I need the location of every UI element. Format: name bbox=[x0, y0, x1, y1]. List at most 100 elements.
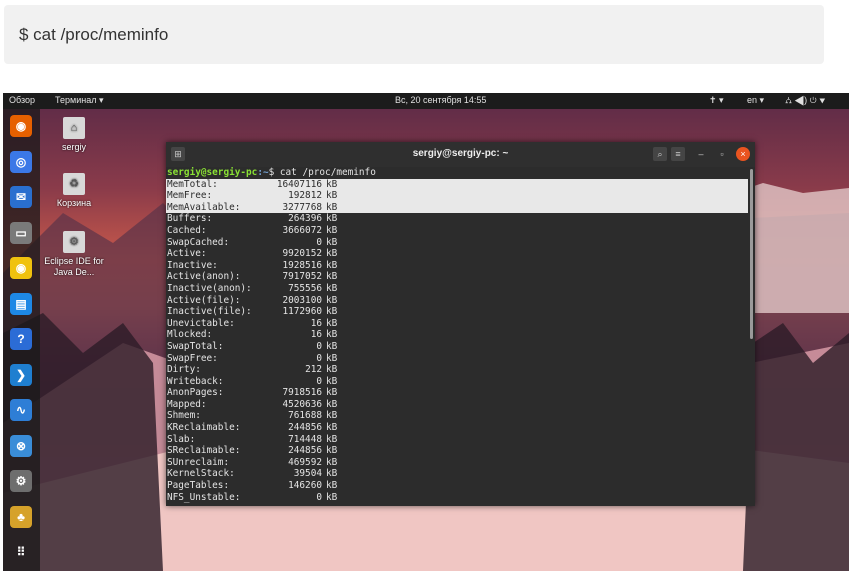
meminfo-row: Mlocked: 16 kB bbox=[166, 329, 755, 341]
terminal-scrollbar[interactable] bbox=[750, 169, 753, 339]
meminfo-row: AnonPages: 7918516 kB bbox=[166, 387, 755, 399]
meminfo-value: 4520636 bbox=[282, 398, 322, 410]
meminfo-value: 3277768 bbox=[282, 201, 322, 213]
meminfo-key: Active(file): bbox=[167, 294, 241, 306]
trash-icon: ♻ bbox=[63, 173, 85, 195]
menu-icon[interactable]: ≡ bbox=[671, 147, 685, 161]
meminfo-key: SUnreclaim: bbox=[167, 456, 230, 468]
meminfo-value: 16 bbox=[310, 317, 322, 329]
vscode-icon[interactable]: ❯ bbox=[10, 363, 32, 386]
meminfo-value: 0 bbox=[316, 375, 322, 387]
system-menu[interactable]: ⛼ ◀) ⏻ ▾ bbox=[785, 95, 825, 107]
terminal-output[interactable]: sergiy@sergiy-pc:~$ cat /proc/meminfo Me… bbox=[166, 167, 755, 506]
minimize-icon[interactable]: – bbox=[694, 147, 708, 161]
meminfo-unit: kB bbox=[326, 294, 338, 306]
meminfo-value: 755556 bbox=[288, 282, 322, 294]
activities-button[interactable]: Обзор bbox=[9, 95, 35, 105]
desktop-icon-eclipse[interactable]: ⚙ Eclipse IDE for Java De... bbox=[39, 231, 109, 278]
meminfo-unit: kB bbox=[326, 306, 338, 318]
meminfo-value: 0 bbox=[316, 352, 322, 364]
system-monitor-icon[interactable]: ∿ bbox=[10, 399, 32, 421]
meminfo-key: SwapTotal: bbox=[167, 340, 224, 352]
software-updater-icon[interactable]: ⊗ bbox=[10, 434, 32, 457]
meminfo-key: PageTables: bbox=[167, 480, 230, 492]
command-text: $ cat /proc/meminfo bbox=[19, 25, 169, 44]
meminfo-unit: kB bbox=[326, 422, 338, 434]
meminfo-unit: kB bbox=[326, 352, 338, 364]
meminfo-value: 2003100 bbox=[282, 294, 322, 306]
meminfo-row: Buffers: 264396 kB bbox=[166, 213, 755, 225]
meminfo-row: SwapTotal: 0 kB bbox=[166, 341, 755, 353]
meminfo-value: 469592 bbox=[288, 456, 322, 468]
meminfo-row: SReclaimable: 244856 kB bbox=[166, 445, 755, 457]
meminfo-value: 0 bbox=[316, 491, 322, 503]
command-box: $ cat /proc/meminfo bbox=[4, 5, 824, 64]
meminfo-unit: kB bbox=[326, 190, 338, 202]
help-icon[interactable]: ? bbox=[10, 328, 32, 350]
meminfo-key: Inactive: bbox=[167, 259, 218, 271]
prompt-path: :~ bbox=[257, 167, 269, 178]
desktop-icon-trash[interactable]: ♻ Корзина bbox=[39, 173, 109, 209]
meminfo-row: Inactive(file): 1172960 kB bbox=[166, 306, 755, 318]
meminfo-key: SwapCached: bbox=[167, 236, 230, 248]
rhythmbox-icon[interactable]: ◉ bbox=[10, 257, 32, 279]
meminfo-unit: kB bbox=[326, 329, 338, 341]
games-icon[interactable]: ♣ bbox=[10, 505, 32, 528]
meminfo-value: 1172960 bbox=[282, 306, 322, 318]
meminfo-unit: kB bbox=[326, 224, 338, 236]
meminfo-unit: kB bbox=[326, 317, 338, 329]
meminfo-unit: kB bbox=[326, 259, 338, 271]
terminal-app-menu[interactable]: Терминал ▾ bbox=[55, 95, 103, 106]
meminfo-unit: kB bbox=[326, 491, 338, 503]
meminfo-unit: kB bbox=[326, 456, 338, 468]
desktop-icon-label: Eclipse IDE for Java De... bbox=[44, 256, 104, 277]
firefox-icon[interactable]: ◉ bbox=[10, 115, 32, 137]
desktop-icon-home[interactable]: ⌂ sergiy bbox=[39, 117, 109, 153]
search-icon[interactable]: ⌕ bbox=[653, 147, 667, 161]
meminfo-key: Slab: bbox=[167, 433, 196, 445]
meminfo-row: SUnreclaim: 469592 kB bbox=[166, 457, 755, 469]
chromium-icon[interactable]: ◎ bbox=[10, 150, 32, 173]
terminal-window: ⊞ sergiy@sergiy-pc: ~ ⌕ ≡ – ▫ × sergiy@s… bbox=[166, 142, 755, 506]
meminfo-row: Dirty: 212 kB bbox=[166, 364, 755, 376]
meminfo-row: SwapFree: 0 kB bbox=[166, 353, 755, 365]
maximize-icon[interactable]: ▫ bbox=[715, 147, 729, 161]
meminfo-unit: kB bbox=[326, 236, 338, 248]
accessibility-menu[interactable]: ✝ ▾ bbox=[709, 95, 724, 106]
meminfo-key: KReclaimable: bbox=[167, 422, 241, 434]
meminfo-value: 7918516 bbox=[282, 387, 322, 399]
show-apps-icon[interactable]: ⠿ bbox=[10, 541, 32, 563]
meminfo-unit: kB bbox=[326, 364, 338, 376]
meminfo-unit: kB bbox=[326, 201, 338, 213]
meminfo-value: 16407116 bbox=[276, 178, 322, 190]
meminfo-key: Buffers: bbox=[167, 213, 213, 225]
files-icon[interactable]: ▭ bbox=[10, 221, 32, 244]
language-indicator[interactable]: en ▾ bbox=[747, 95, 764, 106]
meminfo-row: Inactive(anon): 755556 kB bbox=[166, 283, 755, 295]
meminfo-value: 146260 bbox=[288, 480, 322, 492]
settings-icon[interactable]: ⚙ bbox=[10, 470, 32, 492]
meminfo-value: 264396 bbox=[288, 213, 322, 225]
meminfo-unit: kB bbox=[326, 282, 338, 294]
meminfo-value: 0 bbox=[316, 340, 322, 352]
meminfo-row: KReclaimable: 244856 kB bbox=[166, 422, 755, 434]
desktop-icon-label: sergiy bbox=[61, 142, 86, 152]
meminfo-row: Active(file): 2003100 kB bbox=[166, 295, 755, 307]
clock[interactable]: Вс, 20 сентября 14:55 bbox=[395, 95, 486, 105]
meminfo-key: KernelStack: bbox=[167, 468, 235, 480]
meminfo-value: 7917052 bbox=[282, 271, 322, 283]
meminfo-key: NFS_Unstable: bbox=[167, 491, 241, 503]
meminfo-unit: kB bbox=[326, 271, 338, 283]
close-icon[interactable]: × bbox=[736, 147, 750, 161]
meminfo-row: PageTables: 146260 kB bbox=[166, 480, 755, 492]
thunderbird-icon[interactable]: ✉ bbox=[10, 186, 32, 208]
meminfo-unit: kB bbox=[326, 480, 338, 492]
meminfo-row: MemTotal: 16407116 kB bbox=[166, 178, 748, 191]
terminal-titlebar[interactable]: ⊞ sergiy@sergiy-pc: ~ ⌕ ≡ – ▫ × bbox=[166, 142, 755, 167]
meminfo-value: 761688 bbox=[288, 410, 322, 422]
writer-icon[interactable]: ▤ bbox=[10, 292, 32, 315]
meminfo-unit: kB bbox=[326, 468, 338, 480]
meminfo-value: 212 bbox=[305, 364, 322, 376]
meminfo-row: Mapped: 4520636 kB bbox=[166, 399, 755, 411]
meminfo-value: 9920152 bbox=[282, 248, 322, 260]
